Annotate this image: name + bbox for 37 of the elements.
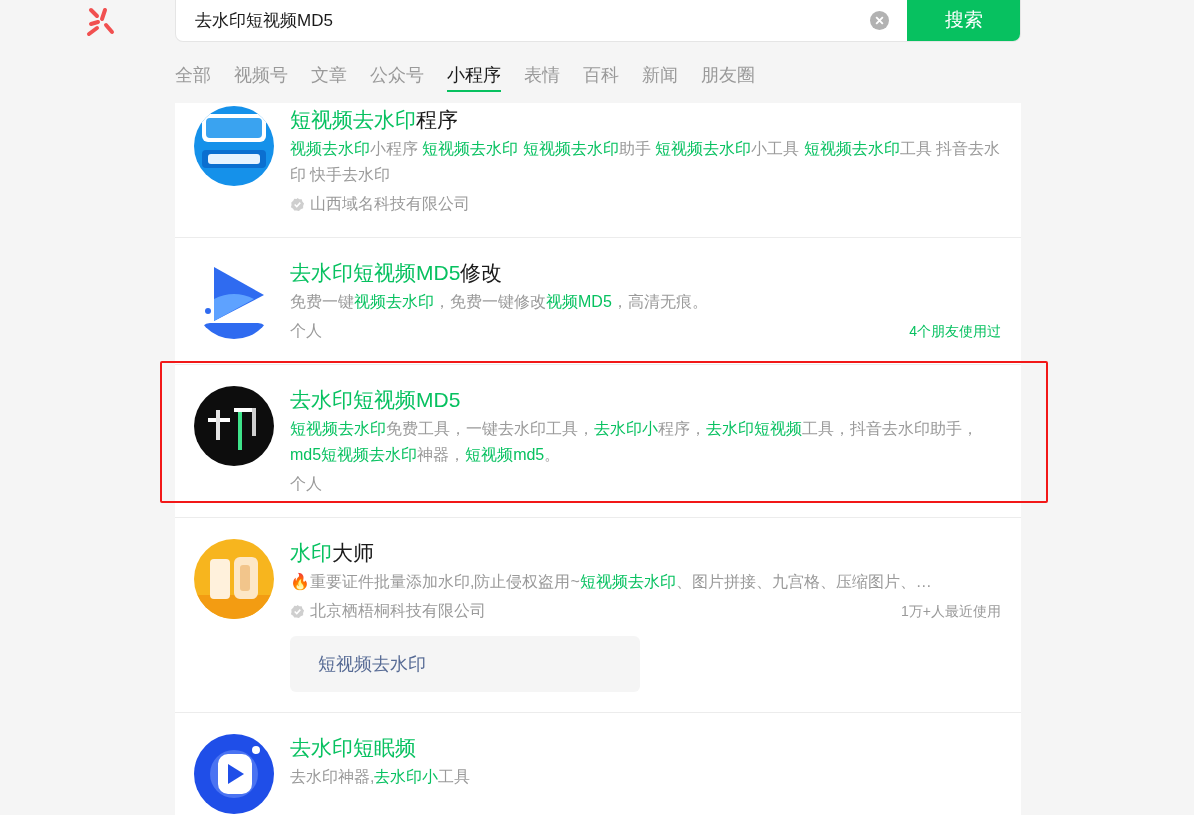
result-description: 去水印神器,去水印小工具 bbox=[290, 767, 472, 787]
result-description: 免费一键视频去水印，免费一键修改视频MD5，高清无痕。 bbox=[290, 292, 709, 312]
category-tab[interactable]: 文章 bbox=[311, 59, 347, 92]
category-tab[interactable]: 公众号 bbox=[370, 59, 424, 92]
result-title[interactable]: 去水印短眠频 bbox=[290, 733, 1009, 763]
verified-icon bbox=[290, 196, 305, 212]
verified-icon bbox=[290, 603, 305, 619]
result-row[interactable]: 去水印短视频MD5修改 免费一键视频去水印，免费一键修改视频MD5，高清无痕。 个人 4个朋友使用过 bbox=[175, 238, 1021, 365]
logo-icon bbox=[84, 6, 117, 38]
developer-name: 山西域名科技有限公司 bbox=[310, 194, 470, 214]
usage-count: 1万+人最近使用 bbox=[901, 601, 1001, 621]
result-row[interactable]: 去水印短眠频 去水印神器,去水印小工具 bbox=[175, 713, 1021, 815]
developer-name: 北京栖梧桐科技有限公司 bbox=[310, 601, 486, 621]
category-tab[interactable]: 全部 bbox=[175, 59, 211, 92]
result-title[interactable]: 去水印短视频MD5修改 bbox=[290, 258, 1009, 288]
category-tab[interactable]: 百科 bbox=[583, 59, 619, 92]
search-field[interactable]: 去水印短视频MD5 搜索 bbox=[175, 0, 1021, 42]
service-link[interactable]: 短视频去水印 bbox=[290, 636, 640, 692]
result-description: 视频去水印小程序 短视频去水印 短视频去水印助手 短视频去水印小工具 短视频去水印工具 抖音去水印 快手去水印 bbox=[290, 139, 1002, 185]
result-description: 🔥重要证件批量添加水印,防止侵权盗用~短视频去水印、图片拼接、九宫格、压缩图片、… bbox=[290, 572, 933, 592]
category-tab[interactable]: 表情 bbox=[524, 59, 560, 92]
search-button[interactable]: 搜索 bbox=[907, 0, 1020, 41]
developer-name: 个人 bbox=[290, 474, 322, 494]
category-tab[interactable]: 新闻 bbox=[642, 59, 678, 92]
clear-icon[interactable] bbox=[870, 11, 889, 30]
category-tab[interactable]: 视频号 bbox=[234, 59, 288, 92]
result-row[interactable]: 水印大师 🔥重要证件批量添加水印,防止侵权盗用~短视频去水印、图片拼接、九宫格、压缩图片、… 北京栖梧桐科技有限公司 1万+人最近使用 短视频去水印 bbox=[175, 518, 1021, 713]
category-tab[interactable]: 朋友圈 bbox=[701, 59, 755, 92]
result-row[interactable]: 短视频去水印程序 视频去水印小程序 短视频去水印 短视频去水印助手 短视频去水印小工具 短视频去水印工具 抖音去水印 快手去水印 山西域名科技有限公司 bbox=[175, 103, 1021, 238]
category-tab[interactable]: 小程序 bbox=[447, 59, 501, 92]
result-title[interactable]: 去水印短视频MD5 bbox=[290, 385, 1009, 415]
developer-name: 个人 bbox=[290, 321, 322, 341]
result-title[interactable]: 短视频去水印程序 bbox=[290, 105, 1009, 135]
result-title[interactable]: 水印大师 bbox=[290, 538, 1009, 568]
result-row[interactable]: 去水印短视频MD5 短视频去水印免费工具，一键去水印工具，去水印小程序，去水印短视频工具，抖音去水印助手， md5短视频去水印神器，短视频md5。 个人 bbox=[175, 365, 1021, 518]
result-description: 短视频去水印免费工具，一键去水印工具，去水印小程序，去水印短视频工具，抖音去水印助手， md5短视频去水印神器，短视频md5。 bbox=[290, 419, 979, 465]
usage-count: 4个朋友使用过 bbox=[909, 321, 1001, 341]
